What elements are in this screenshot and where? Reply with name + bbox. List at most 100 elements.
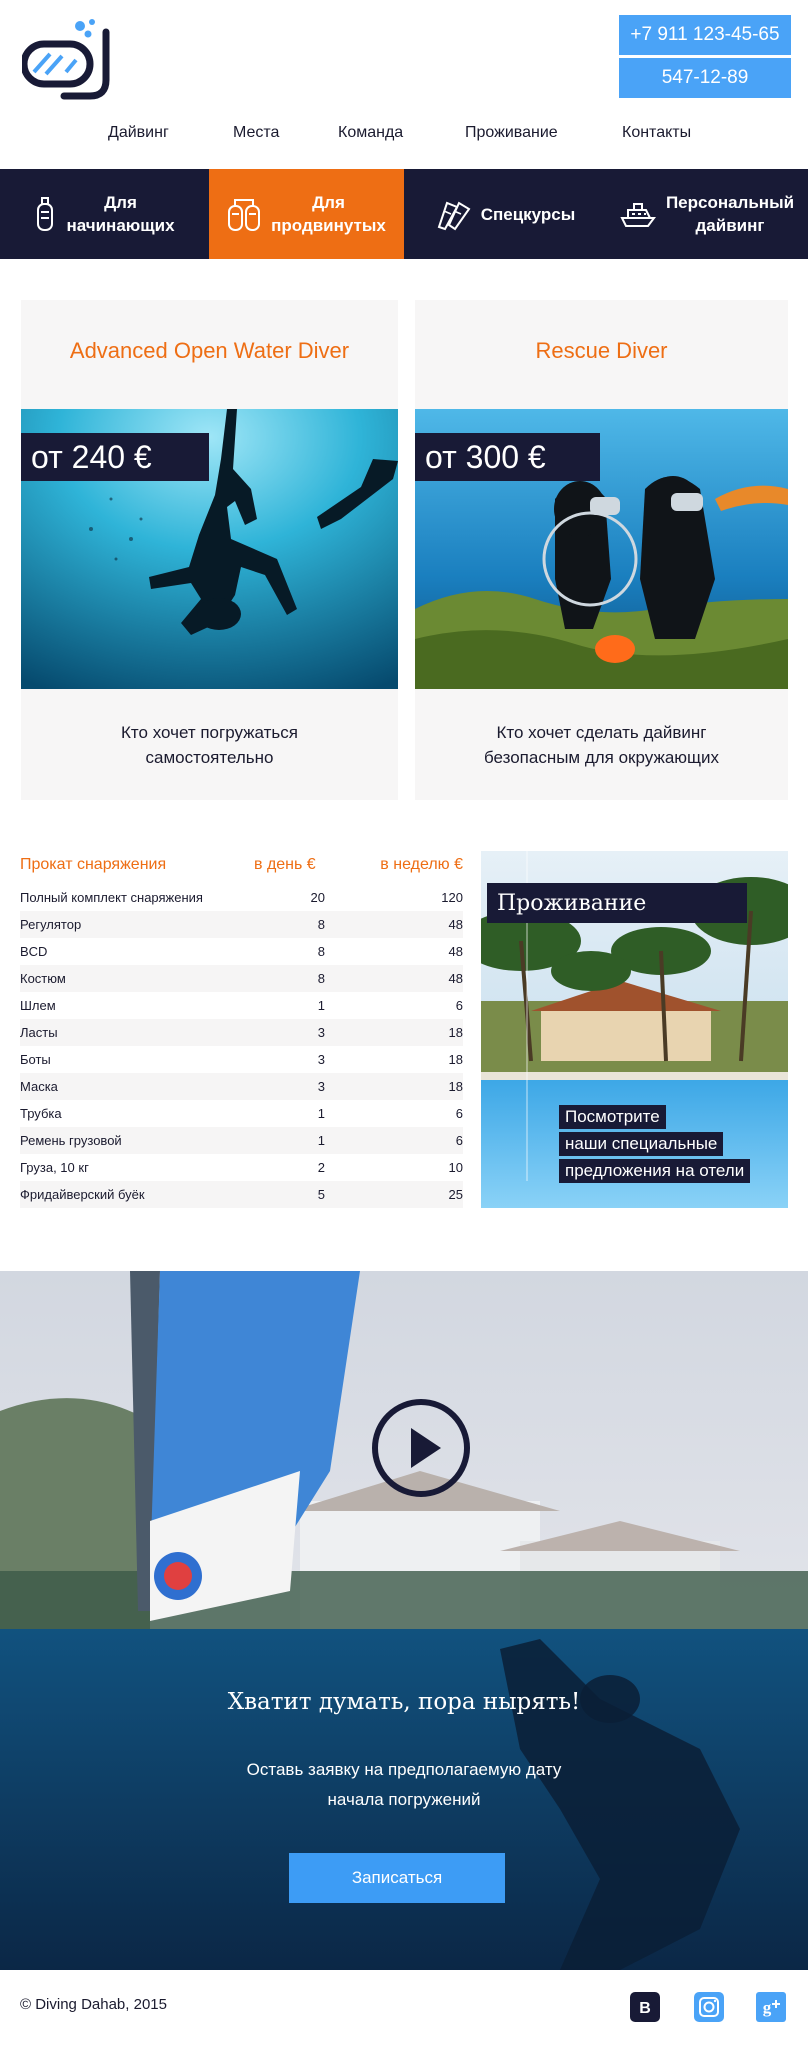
play-button-icon[interactable] (371, 1398, 471, 1498)
category-beginners[interactable]: Для начинающих (0, 169, 209, 259)
rental-table: Прокат снаряжения в день € в неделю € По… (20, 852, 463, 1208)
cta-section: Хватит думать, пора нырять! Оставь заявк… (0, 1629, 808, 1970)
rental-item: Регулятор (20, 917, 82, 932)
table-row: Костюм 8 48 (20, 965, 463, 992)
accommodation-text: Посмотрите наши специальные предложения … (559, 1105, 751, 1186)
rental-week-price: 18 (448, 1052, 463, 1067)
table-row: Фридайверский буёк 5 25 (20, 1181, 463, 1208)
table-row: Груза, 10 кг 2 10 (20, 1154, 463, 1181)
nav-contacts[interactable]: Контакты (622, 124, 691, 142)
course-title: Advanced Open Water Diver (69, 338, 350, 363)
rental-week-price: 25 (448, 1187, 463, 1202)
rental-day-price: 8 (317, 944, 325, 959)
course-image-two-divers: от 300 € (415, 409, 788, 689)
category-label: Для начинающих (66, 193, 175, 235)
category-label: Персональный дайвинг (665, 193, 795, 235)
phone-button-secondary[interactable]: 547-12-89 (619, 58, 791, 98)
rental-week-price: 10 (448, 1160, 463, 1175)
table-row: Трубка 1 6 (20, 1100, 463, 1127)
rental-item: Фридайверский буёк (20, 1187, 145, 1202)
signup-button[interactable]: Записаться (289, 1853, 505, 1903)
nav-diving[interactable]: Дайвинг (108, 124, 169, 142)
course-description: Кто хочет погружаться самостоятельно (121, 723, 298, 767)
table-row: Полный комплект снаряжения 20 120 (20, 884, 463, 911)
rental-item: Груза, 10 кг (20, 1160, 89, 1175)
vk-icon[interactable]: B (630, 1992, 660, 2022)
nav-places[interactable]: Места (233, 124, 279, 142)
rental-item: Трубка (20, 1106, 62, 1121)
rental-day-price: 2 (317, 1160, 325, 1175)
rental-day-price: 3 (317, 1052, 325, 1067)
accommodation-line: наши специальные (559, 1132, 724, 1156)
cta-subtitle: Оставь заявку на предполагаемую дату нач… (246, 1760, 562, 1809)
logo-icon (22, 19, 110, 100)
table-row: Шлем 1 6 (20, 992, 463, 1019)
course-description: Кто хочет сделать дайвинг безопасным для… (483, 723, 720, 767)
boat-icon (620, 203, 656, 227)
rental-week-price: 6 (455, 1133, 463, 1148)
rental-day-price: 3 (317, 1025, 325, 1040)
table-row: Регулятор 8 48 (20, 911, 463, 938)
svg-text:B: B (639, 2000, 651, 2017)
course-image-diver-silhouette: от 240 € (21, 409, 398, 689)
instagram-icon[interactable] (694, 1992, 724, 2022)
table-row: BCD 8 48 (20, 938, 463, 965)
rental-day-price: 8 (317, 971, 325, 986)
rental-table-header: Прокат снаряжения в день € в неделю € (20, 852, 463, 884)
rental-day-price: 1 (317, 1133, 325, 1148)
copyright: © Diving Dahab, 2015 (20, 1996, 167, 2013)
table-row: Боты 3 18 (20, 1046, 463, 1073)
rental-item: Маска (20, 1079, 58, 1094)
rental-day-price: 5 (317, 1187, 325, 1202)
scuba-tank-icon (37, 197, 54, 231)
main-nav: Дайвинг Места Команда Проживание Контакт… (0, 118, 808, 152)
rental-header-day: в день € (254, 856, 316, 873)
price-tag: от 300 € (415, 433, 600, 481)
rental-week-price: 6 (455, 998, 463, 1013)
category-label: Для продвинутых (271, 193, 386, 235)
rental-week-price: 48 (448, 917, 463, 932)
rental-item: Костюм (20, 971, 66, 986)
fins-icon (437, 201, 471, 231)
accommodation-title: Проживание (487, 883, 747, 923)
rental-week-price: 18 (448, 1079, 463, 1094)
category-special-courses[interactable]: Спецкурсы (404, 169, 606, 259)
course-card-advanced[interactable]: Advanced Open Water Diver от 240 € Кто х… (21, 300, 398, 800)
course-card-rescue[interactable]: Rescue Diver от 300 € Кто хочет сделать … (415, 300, 788, 800)
rental-week-price: 48 (448, 971, 463, 986)
rental-day-price: 3 (317, 1079, 325, 1094)
rental-day-price: 1 (317, 998, 325, 1013)
rental-rows: Полный комплект снаряжения 20 120 Регулято… (20, 884, 463, 1208)
rental-week-price: 48 (448, 944, 463, 959)
accommodation-line: предложения на отели (559, 1159, 751, 1183)
accommodation-line: Посмотрите (559, 1105, 666, 1129)
rental-item: Ремень грузовой (20, 1133, 122, 1148)
rental-item: Полный комплект снаряжения (20, 890, 203, 905)
table-row: Маска 3 18 (20, 1073, 463, 1100)
rental-header-item: Прокат снаряжения (20, 856, 167, 873)
phone-button-primary[interactable]: +7 911 123-45-65 (619, 15, 791, 55)
course-title: Rescue Diver (535, 338, 668, 363)
table-row: Ласты 3 18 (20, 1019, 463, 1046)
accommodation-promo[interactable]: Проживание Посмотрите наши специальные п… (481, 851, 788, 1208)
rental-week-price: 6 (455, 1106, 463, 1121)
category-personal-diving[interactable]: Персональный дайвинг (606, 169, 808, 259)
rental-day-price: 20 (310, 890, 325, 905)
rental-week-price: 120 (441, 890, 463, 905)
google-plus-icon[interactable]: g (756, 1992, 786, 2022)
rental-day-price: 8 (317, 917, 325, 932)
double-tank-icon (228, 199, 261, 231)
price-tag: от 240 € (21, 433, 209, 481)
nav-accommodation[interactable]: Проживание (465, 124, 558, 142)
rental-item: Ласты (20, 1025, 58, 1040)
svg-text:g: g (763, 1998, 772, 2017)
table-row: Ремень грузовой 1 6 (20, 1127, 463, 1154)
category-bar: Для начинающих Для продвинутых Спецкурсы… (0, 169, 808, 259)
category-label: Спецкурсы (480, 204, 576, 224)
rental-item: BCD (20, 944, 48, 959)
rental-header-week: в неделю € (380, 856, 463, 873)
nav-team[interactable]: Команда (338, 124, 403, 142)
rental-week-price: 18 (448, 1025, 463, 1040)
rental-day-price: 1 (317, 1106, 325, 1121)
category-advanced[interactable]: Для продвинутых (209, 169, 404, 259)
